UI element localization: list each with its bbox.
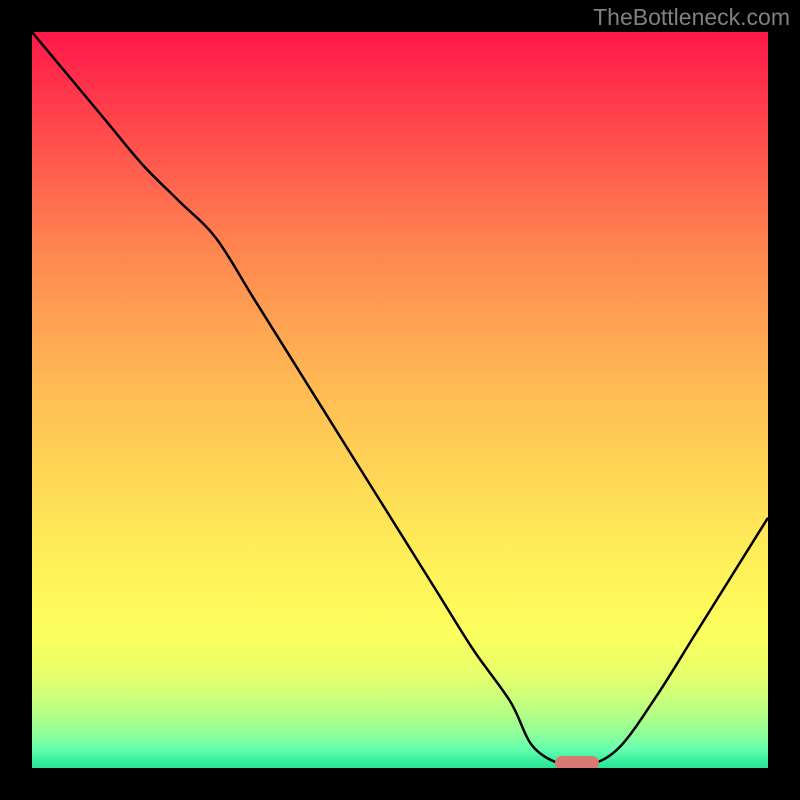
chart-plot-area (32, 32, 768, 768)
chart-curve (32, 32, 768, 768)
watermark-text: TheBottleneck.com (593, 4, 790, 31)
chart-minimum-marker (555, 756, 599, 768)
